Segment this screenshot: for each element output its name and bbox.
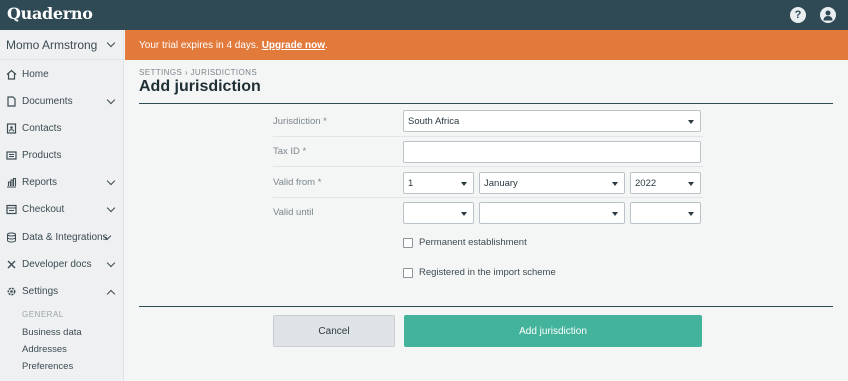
valid-until-day-select[interactable]: [403, 202, 474, 224]
tax-id-row: Tax ID *: [273, 137, 703, 167]
sidebar-item-label: Home: [22, 68, 49, 80]
jurisdiction-value: South Africa: [408, 115, 460, 127]
question-circle-icon[interactable]: ?: [790, 7, 806, 23]
document-icon: [6, 95, 17, 107]
sidebar-item-label: Developer docs: [22, 258, 92, 270]
gear-icon: [6, 286, 17, 297]
import-scheme-label: Registered in the import scheme: [419, 267, 556, 278]
sidebar: Momo Armstrong Home Documents Contacts P…: [0, 30, 124, 381]
app-logo[interactable]: Quaderno: [7, 4, 93, 23]
top-bar: Quaderno ?: [0, 0, 848, 30]
caret-down-icon: [461, 212, 467, 216]
valid-from-day-value: 1: [408, 177, 414, 189]
chart-icon: [6, 177, 17, 188]
valid-until-month-select[interactable]: [479, 202, 625, 224]
tax-id-input[interactable]: [403, 141, 701, 163]
chevron-down-icon: [106, 258, 116, 268]
sidebar-item-label: Reports: [22, 176, 58, 188]
sidebar-item-label: Products: [22, 149, 62, 161]
cancel-button[interactable]: Cancel: [273, 315, 395, 347]
settings-section-heading: GENERAL: [22, 310, 64, 319]
sidebar-item-products[interactable]: Products: [0, 144, 124, 166]
caret-down-icon: [612, 212, 618, 216]
caret-down-icon: [688, 212, 694, 216]
upgrade-link[interactable]: Upgrade now: [262, 40, 325, 51]
chevron-up-icon: [106, 289, 116, 299]
trial-text: Your trial expires in 4 days.: [139, 39, 259, 51]
chevron-down-icon: [106, 176, 116, 186]
sidebar-item-reports[interactable]: Reports: [0, 171, 124, 193]
sidebar-item-settings[interactable]: Settings: [0, 280, 124, 302]
import-scheme-checkbox[interactable]: [403, 267, 413, 278]
trial-banner: Your trial expires in 4 days. Upgrade no…: [125, 30, 848, 60]
caret-down-icon: [461, 182, 467, 186]
sidebar-subitem-business-data[interactable]: Business data: [22, 327, 82, 338]
chevron-down-icon: [106, 38, 116, 48]
caret-down-icon: [612, 182, 618, 186]
database-icon: [6, 232, 17, 243]
valid-from-month-select[interactable]: January: [479, 172, 625, 194]
banner-suffix: .: [325, 39, 328, 51]
jurisdiction-select[interactable]: South Africa: [403, 110, 701, 132]
checkout-icon: [6, 204, 17, 215]
caret-down-icon: [688, 182, 694, 186]
breadcrumb: SETTINGS › JURISDICTIONS: [139, 68, 258, 77]
permanent-establishment-option[interactable]: Permanent establishment: [403, 237, 527, 248]
import-scheme-option[interactable]: Registered in the import scheme: [403, 267, 556, 278]
sidebar-item-checkout[interactable]: Checkout: [0, 198, 124, 220]
add-jurisdiction-button[interactable]: Add jurisdiction: [404, 315, 702, 347]
chevron-down-icon: [106, 95, 116, 105]
valid-from-month-value: January: [484, 177, 518, 189]
valid-from-label: Valid from *: [273, 177, 322, 188]
valid-from-row: Valid from * 1 January 2022: [273, 168, 703, 198]
valid-until-label: Valid until: [273, 207, 314, 218]
valid-until-year-select[interactable]: [630, 202, 701, 224]
sidebar-item-label: Contacts: [22, 122, 62, 134]
sidebar-item-data-integrations[interactable]: Data & Integrations: [0, 226, 124, 248]
user-icon[interactable]: [820, 7, 836, 23]
sidebar-subitem-preferences[interactable]: Preferences: [22, 361, 73, 372]
page-title: Add jurisdiction: [139, 78, 261, 95]
jurisdiction-row: Jurisdiction * South Africa: [273, 107, 703, 137]
contact-card-icon: [6, 122, 17, 134]
account-name: Momo Armstrong: [6, 37, 98, 52]
valid-from-day-select[interactable]: 1: [403, 172, 474, 194]
sidebar-item-documents[interactable]: Documents: [0, 90, 124, 112]
valid-from-year-select[interactable]: 2022: [630, 172, 701, 194]
sidebar-item-contacts[interactable]: Contacts: [0, 117, 124, 139]
permanent-establishment-checkbox[interactable]: [403, 237, 413, 248]
sidebar-item-label: Checkout: [22, 203, 65, 215]
products-icon: [6, 150, 17, 161]
jurisdiction-label: Jurisdiction *: [273, 116, 327, 127]
main-content: SETTINGS › JURISDICTIONS Add jurisdictio…: [125, 60, 848, 381]
valid-from-year-value: 2022: [635, 177, 657, 189]
title-divider: [139, 103, 833, 104]
tax-id-label: Tax ID *: [273, 146, 307, 157]
account-switcher[interactable]: Momo Armstrong: [0, 30, 124, 60]
permanent-establishment-label: Permanent establishment: [419, 237, 527, 248]
sidebar-item-label: Settings: [22, 285, 59, 297]
home-icon: [6, 69, 17, 80]
chevron-down-icon: [106, 203, 116, 213]
sidebar-item-developer-docs[interactable]: Developer docs: [0, 253, 124, 275]
tools-icon: [6, 259, 17, 270]
sidebar-item-label: Data & Integrations: [22, 231, 108, 243]
valid-until-row: Valid until: [273, 198, 703, 228]
sidebar-item-home[interactable]: Home: [0, 63, 124, 85]
form-divider: [139, 306, 833, 307]
sidebar-subitem-addresses[interactable]: Addresses: [22, 344, 67, 355]
sidebar-item-label: Documents: [22, 95, 73, 107]
caret-down-icon: [688, 120, 694, 124]
